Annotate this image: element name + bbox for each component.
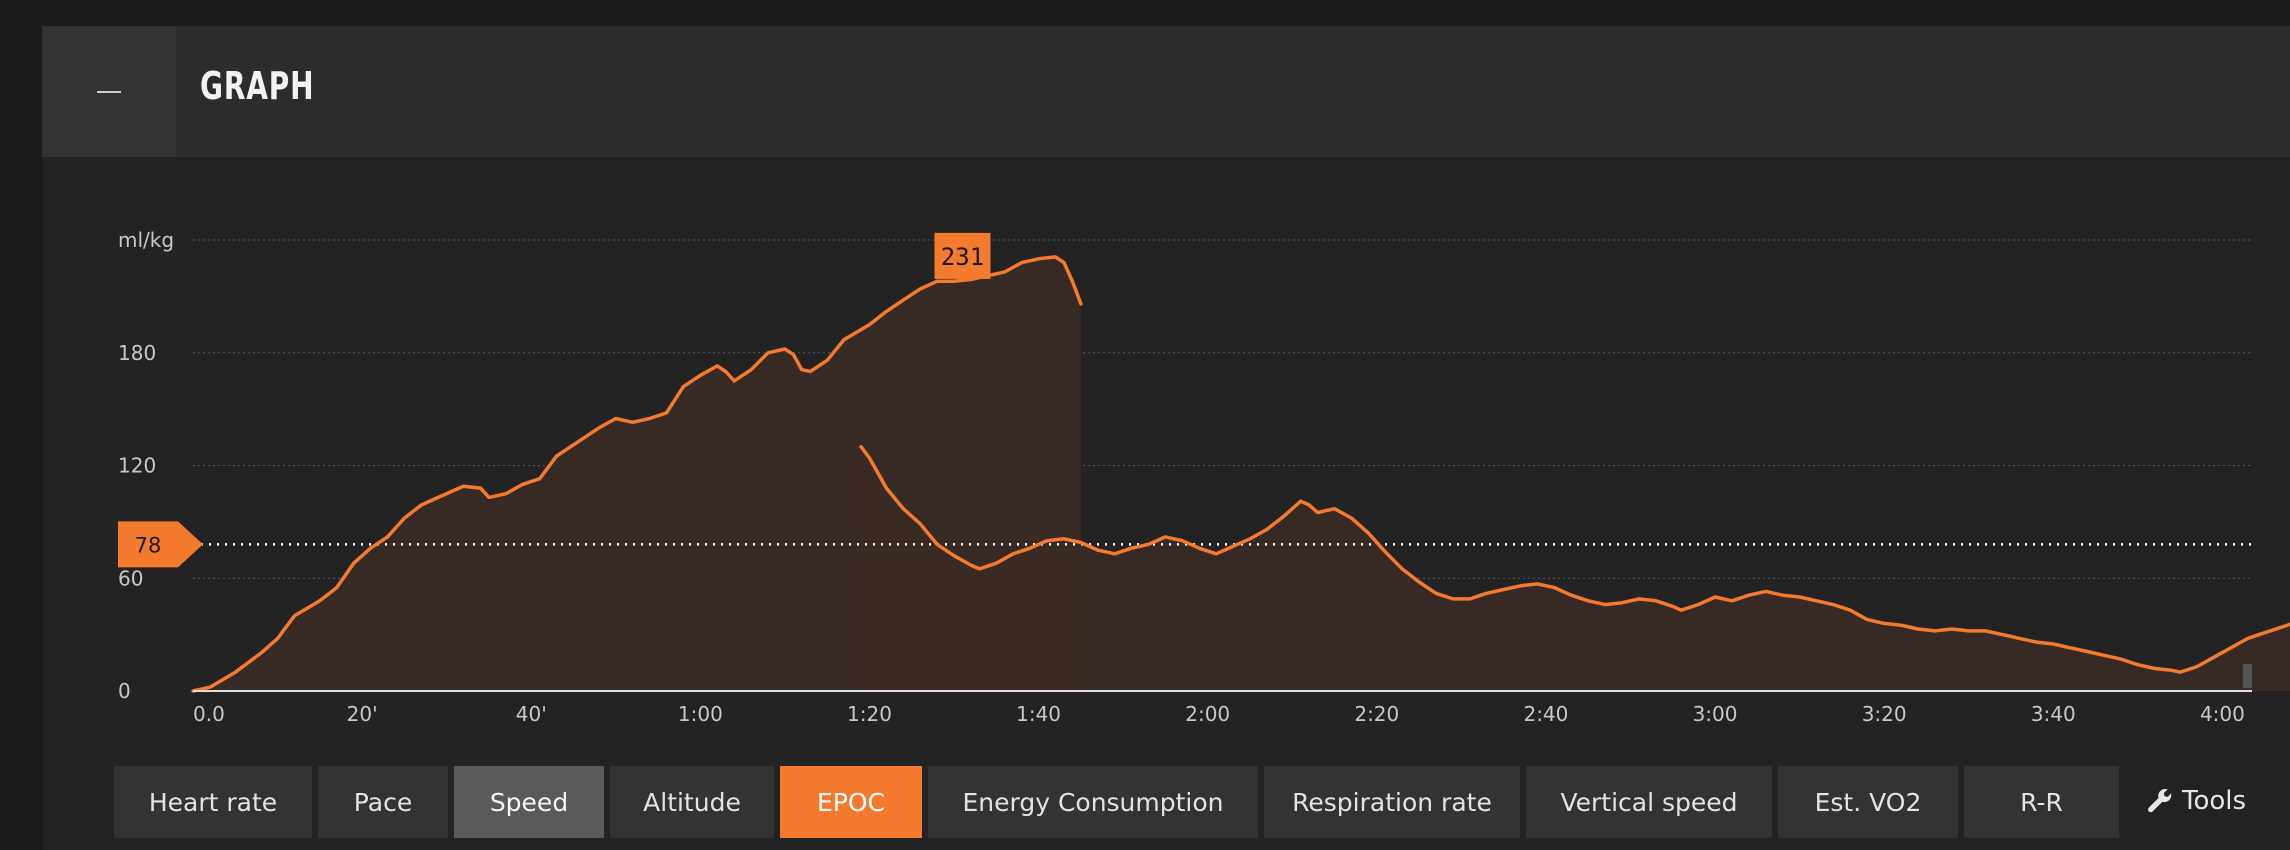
x-tick-label: 20' — [347, 702, 378, 726]
x-tick-label: 3:00 — [1693, 702, 1738, 726]
x-tick-label: 1:00 — [678, 702, 723, 726]
chart-scroll-handle[interactable] — [2243, 664, 2252, 688]
reference-marker-label: 78 — [135, 533, 162, 557]
y-tick-label: 120 — [118, 454, 156, 478]
x-tick-label: 2:40 — [1523, 702, 1568, 726]
y-tick-label: 60 — [118, 566, 143, 590]
tools-button[interactable]: Tools — [2146, 781, 2246, 821]
tools-label: Tools — [2182, 786, 2247, 816]
tab-est-vo2[interactable]: Est. VO2 — [1778, 766, 1958, 838]
x-tick-label: 4:00 — [2200, 702, 2245, 726]
x-tick-label: 2:00 — [1185, 702, 1230, 726]
x-tick-label: 40' — [516, 702, 547, 726]
tab-energy-consumption[interactable]: Energy Consumption — [928, 766, 1258, 838]
tab-vertical-speed[interactable]: Vertical speed — [1526, 766, 1772, 838]
wrench-icon — [2148, 789, 2172, 813]
tab-speed[interactable]: Speed — [454, 766, 604, 838]
tab-altitude[interactable]: Altitude — [610, 766, 774, 838]
y-tick-label: 180 — [118, 341, 156, 365]
peak-label: 231 — [941, 243, 984, 271]
y-axis-unit: ml/kg — [118, 228, 174, 252]
y-tick-label: 0 — [118, 679, 131, 703]
tab-epoc[interactable]: EPOC — [780, 766, 922, 838]
x-tick-label: 3:20 — [1862, 702, 1907, 726]
tab-r-r[interactable]: R-R — [1964, 766, 2119, 838]
x-tick-label: 1:40 — [1016, 702, 1061, 726]
tab-pace[interactable]: Pace — [318, 766, 448, 838]
x-tick-label: 3:40 — [2031, 702, 2076, 726]
x-tick-label: 0.0 — [193, 702, 225, 726]
tab-respiration-rate[interactable]: Respiration rate — [1264, 766, 1520, 838]
tab-heart-rate[interactable]: Heart rate — [114, 766, 312, 838]
epoc-chart: 0 60 120 180 ml/kg 0.0 20' 40' 1:00 1:20 1:40 2:00 2… — [118, 228, 2290, 726]
x-tick-label: 1:20 — [847, 702, 892, 726]
x-tick-label: 2:20 — [1354, 702, 1399, 726]
